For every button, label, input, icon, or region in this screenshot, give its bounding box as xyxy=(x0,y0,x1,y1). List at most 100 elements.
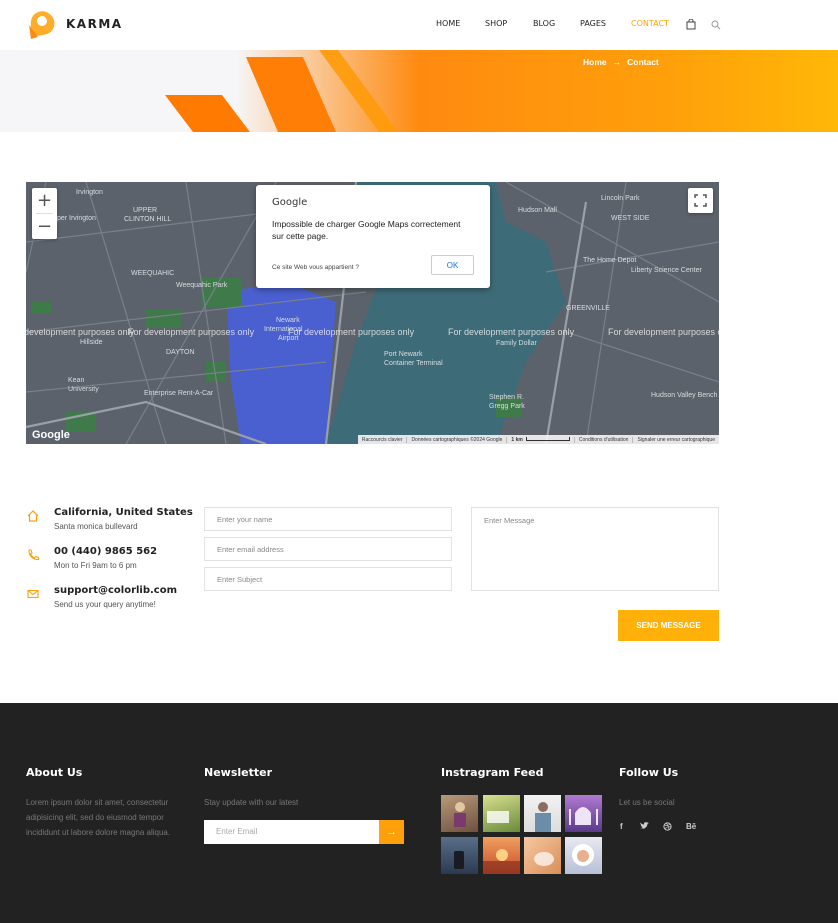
svg-text:Kean: Kean xyxy=(68,377,84,384)
newsletter-email-input[interactable]: Enter Email xyxy=(204,820,379,844)
svg-text:Enterprise Rent-A-Car: Enterprise Rent-A-Car xyxy=(144,390,214,397)
follow-title: Follow Us xyxy=(619,766,679,779)
dev-watermark: For development purposes only xyxy=(608,327,719,337)
mail-icon xyxy=(26,587,40,601)
instagram-photo[interactable] xyxy=(524,837,561,874)
dialog-google-logo: Google xyxy=(272,197,308,208)
svg-text:University: University xyxy=(68,386,99,393)
arrow-right-icon: → xyxy=(386,826,397,838)
newsletter-title: Newsletter xyxy=(204,766,273,779)
site-footer: About Us Lorem ipsum dolor sit amet, con… xyxy=(0,703,838,923)
subject-input[interactable]: Enter Subject xyxy=(204,567,452,591)
search-icon[interactable] xyxy=(711,17,721,35)
behance-icon[interactable]: Bē xyxy=(686,822,696,831)
email-title: support@colorlib.com xyxy=(54,585,178,596)
svg-text:CLINTON HILL: CLINTON HILL xyxy=(124,216,171,223)
svg-text:The Home Depot: The Home Depot xyxy=(583,257,636,264)
instagram-title: Instragram Feed xyxy=(441,766,544,779)
svg-text:UPPER: UPPER xyxy=(133,207,157,214)
nav-home[interactable]: HOME xyxy=(436,19,460,28)
svg-text:Newark: Newark xyxy=(276,317,300,324)
fullscreen-icon xyxy=(694,194,707,207)
address-title: California, United States xyxy=(54,507,193,518)
facebook-icon[interactable]: f xyxy=(620,822,623,831)
svg-text:Liberty Science Center: Liberty Science Center xyxy=(631,267,702,274)
dribbble-icon[interactable] xyxy=(663,822,672,833)
svg-text:Stephen R.: Stephen R. xyxy=(489,394,524,401)
svg-text:Family Dollar: Family Dollar xyxy=(496,340,538,347)
report-error-link[interactable]: Signaler une erreur cartographique xyxy=(632,436,719,443)
send-message-button[interactable]: SEND MESSAGE xyxy=(618,610,719,641)
phone-sub: Mon to Fri 9am to 6 pm xyxy=(54,561,137,570)
banner-stripes xyxy=(165,50,398,132)
nav-blog[interactable]: BLOG xyxy=(533,19,555,28)
zoom-in-button[interactable]: + xyxy=(32,188,57,213)
nav-shop[interactable]: SHOP xyxy=(485,19,507,28)
about-title: About Us xyxy=(26,766,83,779)
scale-bar xyxy=(525,437,570,442)
home-icon xyxy=(26,509,40,523)
google-map[interactable]: Irvington UPPER CLINTON HILL Upper Irvingt… xyxy=(26,182,719,444)
about-text: Lorem ipsum dolor sit amet, consectetur … xyxy=(26,798,171,837)
keyboard-shortcuts-link[interactable]: Raccourcis clavier xyxy=(358,437,407,443)
dev-watermark: For development purposes only xyxy=(128,327,255,337)
terms-link[interactable]: Conditions d'utilisation xyxy=(573,436,633,443)
svg-text:Gregg Park: Gregg Park xyxy=(489,403,525,410)
arrow-right-icon: → xyxy=(612,57,622,67)
phone-icon xyxy=(26,548,40,562)
newsletter-text: Stay update with our latest xyxy=(204,798,299,807)
google-logo: Google xyxy=(32,429,70,441)
instagram-photo[interactable] xyxy=(483,795,520,832)
svg-text:Hillside: Hillside xyxy=(80,339,103,346)
svg-text:Container Terminal: Container Terminal xyxy=(384,360,443,367)
address-sub: Santa monica bullevard xyxy=(54,522,138,531)
scale-label: 1 km xyxy=(511,436,523,443)
shopping-bag-icon[interactable] xyxy=(686,17,696,35)
breadcrumb: Home → Contact xyxy=(583,57,659,67)
map-data-text: Données cartographiques ©2024 Google xyxy=(406,436,506,443)
dev-watermark: For development purposes only xyxy=(448,327,575,337)
name-input[interactable]: Enter your name xyxy=(204,507,452,531)
twitter-icon[interactable] xyxy=(640,822,649,832)
instagram-photo[interactable] xyxy=(565,837,602,874)
dialog-ok-button[interactable]: OK xyxy=(431,255,474,275)
map-error-dialog: Google Impossible de charger Google Maps… xyxy=(256,185,490,288)
email-input[interactable]: Enter email address xyxy=(204,537,452,561)
svg-text:Hudson Valley Bench: Hudson Valley Bench xyxy=(651,392,718,399)
map-attribution: Raccourcis clavier Données cartographiqu… xyxy=(357,435,719,444)
dialog-message: Impossible de charger Google Maps correc… xyxy=(272,219,461,241)
dev-watermark: For development purposes only xyxy=(288,327,415,337)
svg-text:WEEQUAHIC: WEEQUAHIC xyxy=(131,270,174,277)
svg-text:Hudson Mall: Hudson Mall xyxy=(518,207,557,214)
fullscreen-button[interactable] xyxy=(688,188,713,213)
site-header: KARMA HOME SHOP BLOG PAGES CONTACT xyxy=(0,0,838,50)
dialog-owner-link[interactable]: Ce site Web vous appartient ? xyxy=(272,264,359,271)
svg-text:DAYTON: DAYTON xyxy=(166,349,195,356)
breadcrumb-home[interactable]: Home xyxy=(583,57,607,67)
follow-text: Let us be social xyxy=(619,798,675,807)
dev-watermark: For development purposes only xyxy=(26,327,135,337)
svg-text:Port Newark: Port Newark xyxy=(384,351,423,358)
instagram-photo[interactable] xyxy=(565,795,602,832)
page-banner: Home → Contact xyxy=(0,50,838,132)
breadcrumb-current: Contact xyxy=(627,57,659,67)
zoom-control: + − xyxy=(32,188,57,239)
svg-text:Weequahic Park: Weequahic Park xyxy=(176,282,228,289)
svg-text:WEST SIDE: WEST SIDE xyxy=(611,215,650,222)
instagram-photo[interactable] xyxy=(441,795,478,832)
message-textarea[interactable]: Enter Message xyxy=(471,507,719,591)
svg-text:GREENVILLE: GREENVILLE xyxy=(566,305,610,312)
scale-control[interactable]: 1 km xyxy=(506,436,573,443)
newsletter-submit-button[interactable]: → xyxy=(379,820,404,844)
phone-title: 00 (440) 9865 562 xyxy=(54,546,158,557)
instagram-photo[interactable] xyxy=(483,837,520,874)
svg-text:Irvington: Irvington xyxy=(76,189,103,196)
svg-text:Lincoln Park: Lincoln Park xyxy=(601,195,640,202)
nav-contact[interactable]: CONTACT xyxy=(631,19,669,28)
nav-pages[interactable]: PAGES xyxy=(580,19,606,28)
email-sub: Send us your query anytime! xyxy=(54,600,156,609)
main-nav: HOME SHOP BLOG PAGES CONTACT xyxy=(0,18,838,31)
zoom-out-button[interactable]: − xyxy=(32,214,57,239)
instagram-photo[interactable] xyxy=(524,795,561,832)
instagram-photo[interactable] xyxy=(441,837,478,874)
